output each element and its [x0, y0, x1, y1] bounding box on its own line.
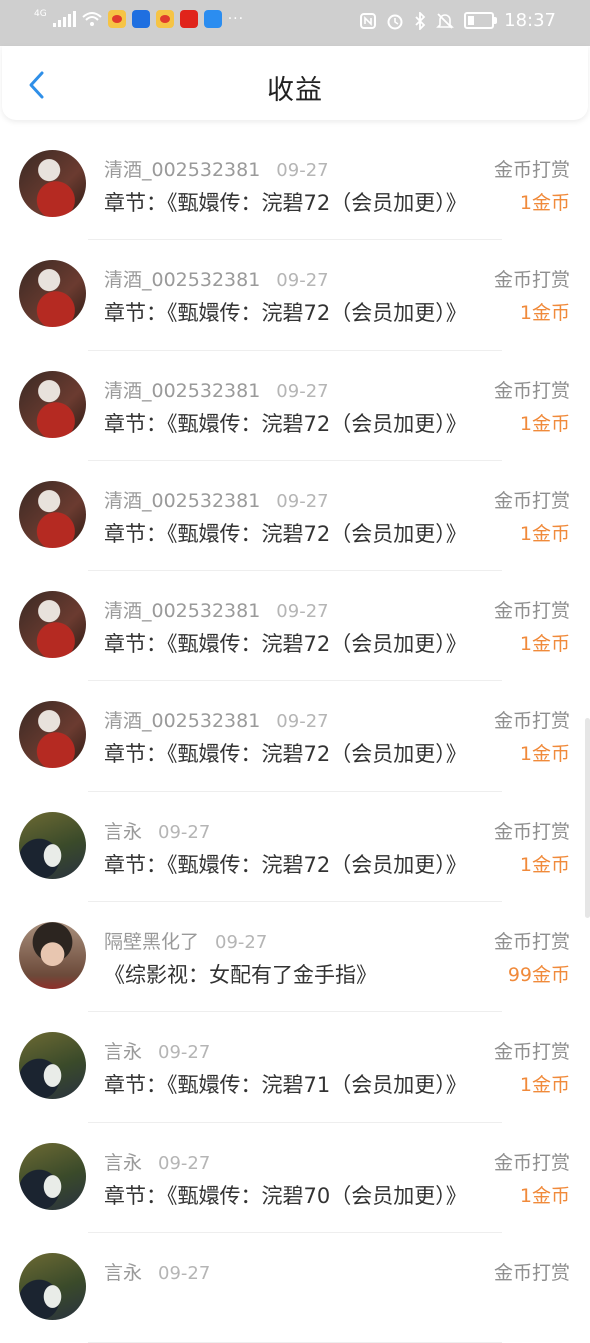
sender-name: 清酒_002532381 09-27	[104, 159, 329, 181]
record-date: 09-27	[158, 1152, 211, 1174]
record-date: 09-27	[158, 1262, 211, 1284]
red-app-icon	[179, 10, 198, 28]
bulb-app-icon	[131, 10, 150, 28]
income-list: 清酒_002532381 09-27 金币打赏 章节：《甄嬛传：浣碧72（会员加更）》…	[0, 130, 590, 1343]
status-left: 4G ···	[34, 8, 245, 28]
list-item[interactable]: 言永 09-27 金币打赏	[0, 1233, 590, 1343]
list-item[interactable]: 清酒_002532381 09-27 金币打赏章节：《甄嬛传：浣碧72（会员加更）》…	[0, 240, 590, 351]
scrollbar[interactable]	[585, 718, 590, 918]
cloud-app-icon	[203, 10, 222, 28]
reward-amount: 1金币	[519, 853, 570, 876]
reward-type: 金币打赏	[493, 489, 570, 512]
sender-name: 清酒_002532381 09-27	[104, 489, 329, 512]
avatar[interactable]	[19, 811, 86, 879]
reward-type: 金币打赏	[493, 931, 570, 954]
alarm-icon	[387, 14, 403, 29]
status-time: 18:37	[504, 10, 556, 31]
reward-type: 金币打赏	[493, 1151, 570, 1174]
sender-name: 言永 09-27	[104, 1261, 211, 1284]
avatar[interactable]	[19, 922, 86, 990]
reward-amount: 1金币	[519, 1184, 570, 1207]
reward-amount: 1金币	[519, 633, 570, 656]
signal-icon	[52, 11, 76, 27]
list-item[interactable]: 言永 09-27 金币打赏章节：《甄嬛传：浣碧70（会员加更）》 1金币	[0, 1123, 590, 1234]
record-description: 章节：《甄嬛传：浣碧72（会员加更）》	[104, 521, 467, 546]
record-date: 09-27	[276, 160, 329, 181]
record-date: 09-27	[215, 932, 268, 954]
avatar[interactable]	[19, 1142, 86, 1210]
wifi-icon	[82, 12, 102, 26]
avatar[interactable]	[19, 370, 86, 438]
weibo-app-icon	[107, 10, 126, 28]
sender-name: 言永 09-27	[104, 1041, 211, 1064]
avatar[interactable]	[19, 1252, 86, 1320]
reward-amount: 1金币	[519, 192, 570, 214]
list-item[interactable]: 言永 09-27 金币打赏章节：《甄嬛传：浣碧71（会员加更）》 1金币	[0, 1012, 590, 1123]
record-description: 章节：《甄嬛传：浣碧72（会员加更）》	[104, 632, 467, 657]
reward-amount: 99金币	[507, 964, 570, 987]
battery-icon	[464, 12, 498, 29]
record-date: 09-27	[276, 711, 329, 733]
record-description: 章节：《甄嬛传：浣碧72（会员加更）》	[104, 301, 467, 326]
record-description: 章节：《甄嬛传：浣碧70（会员加更）》	[104, 1183, 467, 1208]
network-type: 4G	[34, 8, 47, 19]
list-item[interactable]: 清酒_002532381 09-27 金币打赏章节：《甄嬛传：浣碧72（会员加更）》…	[0, 130, 590, 241]
status-right: 18:37	[360, 10, 556, 31]
reward-type: 金币打赏	[493, 1261, 570, 1284]
record-date: 09-27	[276, 490, 329, 512]
reward-amount: 1金币	[519, 522, 570, 545]
sender-name: 清酒_002532381 09-27	[104, 379, 329, 402]
avatar[interactable]	[19, 591, 86, 659]
record-date: 09-27	[276, 601, 329, 623]
record-description: 章节：《甄嬛传：浣碧72（会员加更）》	[104, 852, 467, 877]
mute-bell-icon	[436, 12, 455, 29]
reward-amount: 1金币	[519, 412, 570, 435]
reward-type: 金币打赏	[493, 269, 570, 292]
record-description: 《综影视：女配有了金手指》	[104, 963, 377, 988]
avatar[interactable]	[19, 1032, 86, 1100]
reward-amount: 1金币	[519, 1074, 570, 1097]
list-item[interactable]: 言永 09-27 金币打赏章节：《甄嬛传：浣碧72（会员加更）》 1金币	[0, 792, 590, 903]
weibo-app-icon-2	[155, 10, 174, 28]
record-description: 章节：《甄嬛传：浣碧72（会员加更）》	[104, 411, 467, 436]
record-description: 章节：《甄嬛传：浣碧71（会员加更）》	[104, 1073, 467, 1098]
page-title: 收益	[267, 75, 323, 106]
sender-name: 言永 09-27	[104, 820, 211, 843]
more-notifications-icon: ···	[227, 11, 245, 27]
sender-name: 清酒_002532381 09-27	[104, 710, 329, 733]
record-date: 09-27	[158, 1042, 211, 1064]
reward-amount: 1金币	[519, 743, 570, 766]
record-date: 09-27	[158, 821, 211, 843]
reward-amount: 1金币	[519, 302, 570, 325]
avatar[interactable]	[19, 480, 86, 548]
list-item[interactable]: 隔壁黑化了 09-27 金币打赏《综影视：女配有了金手指》 99金币	[0, 902, 590, 1013]
list-item[interactable]: 清酒_002532381 09-27 金币打赏章节：《甄嬛传：浣碧72（会员加更）》…	[0, 461, 590, 572]
bluetooth-icon	[415, 11, 426, 30]
list-item[interactable]: 清酒_002532381 09-27 金币打赏章节：《甄嬛传：浣碧72（会员加更）》…	[0, 681, 590, 793]
reward-type: 金币打赏	[493, 159, 570, 181]
reward-type: 金币打赏	[493, 600, 570, 623]
record-date: 09-27	[276, 270, 329, 292]
sender-name: 言永 09-27	[104, 1151, 211, 1174]
record-date: 09-27	[276, 380, 329, 402]
record-description: 章节：《甄嬛传：浣碧72（会员加更）》	[104, 742, 467, 767]
avatar[interactable]	[19, 260, 86, 328]
avatar[interactable]	[19, 150, 86, 217]
sender-name: 隔壁黑化了 09-27	[104, 931, 268, 954]
nfc-icon	[360, 12, 377, 29]
reward-type: 金币打赏	[493, 710, 570, 733]
avatar[interactable]	[19, 701, 86, 769]
list-item[interactable]: 清酒_002532381 09-27 金币打赏章节：《甄嬛传：浣碧72（会员加更）》…	[0, 571, 590, 682]
list-item[interactable]: 清酒_002532381 09-27 金币打赏章节：《甄嬛传：浣碧72（会员加更）》…	[0, 351, 590, 462]
record-description: 章节：《甄嬛传：浣碧72（会员加更）》	[104, 191, 467, 215]
sender-name: 清酒_002532381 09-27	[104, 600, 329, 623]
reward-type: 金币打赏	[493, 379, 570, 402]
reward-type: 金币打赏	[493, 820, 570, 843]
sender-name: 清酒_002532381 09-27	[104, 269, 329, 292]
reward-type: 金币打赏	[493, 1041, 570, 1064]
page-header: 收益	[2, 46, 588, 120]
status-bar: 4G ··· 18:37	[0, 0, 590, 46]
